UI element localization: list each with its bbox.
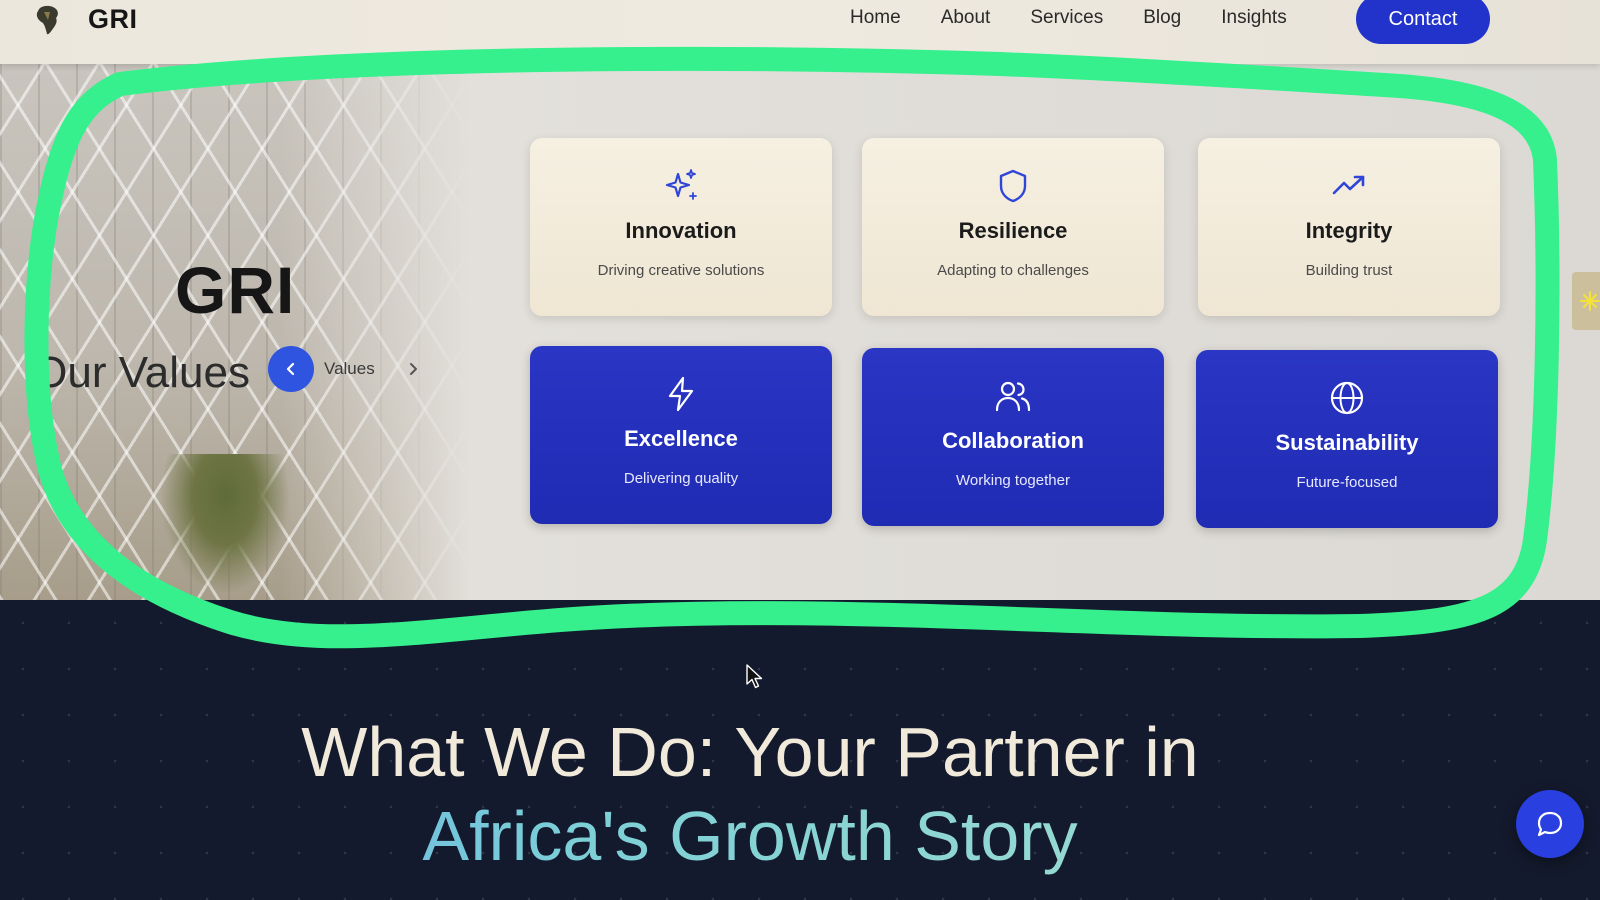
value-card-innovation[interactable]: Innovation Driving creative solutions [530, 138, 832, 316]
card-description: Future-focused [1296, 474, 1398, 491]
nav-blog[interactable]: Blog [1143, 6, 1181, 30]
values-section: GRI Our Values Values Innovation Driving… [0, 64, 1600, 600]
value-card-resilience[interactable]: Resilience Adapting to challenges [862, 138, 1164, 316]
users-icon [995, 381, 1031, 412]
card-description: Adapting to challenges [937, 262, 1089, 279]
values-hero-title: GRI [175, 253, 296, 327]
value-card-sustainability[interactable]: Sustainability Future-focused [1196, 350, 1498, 528]
sun-icon [1580, 291, 1600, 311]
shield-icon [999, 169, 1027, 203]
card-title: Collaboration [942, 428, 1084, 453]
nav-home[interactable]: Home [850, 6, 901, 30]
what-we-do-heading: What We Do: Your Partner in [301, 713, 1199, 791]
side-widget-tab[interactable] [1572, 272, 1600, 330]
card-title: Sustainability [1275, 430, 1419, 455]
nav-insights[interactable]: Insights [1221, 6, 1286, 30]
mouse-cursor-icon [746, 664, 763, 689]
chevron-left-icon [286, 362, 295, 376]
card-description: Delivering quality [623, 470, 739, 487]
value-card-excellence[interactable]: Excellence Delivering quality [530, 346, 832, 524]
africa-map-icon[interactable] [30, 2, 66, 38]
card-title: Innovation [625, 218, 737, 243]
card-description: Working together [956, 472, 1070, 489]
card-title: Integrity [1305, 218, 1393, 243]
slider-label: Values [324, 359, 375, 378]
card-description: Building trust [1305, 262, 1393, 279]
chat-bubble-icon [1537, 811, 1563, 837]
brand-name[interactable]: GRI [88, 4, 138, 35]
lightning-icon [668, 376, 694, 412]
trending-up-icon [1332, 175, 1365, 195]
card-title: Resilience [958, 218, 1068, 243]
values-subtitle: Our Values [40, 348, 250, 397]
card-description: Driving creative solutions [597, 262, 765, 279]
value-card-integrity[interactable]: Integrity Building trust [1198, 138, 1500, 316]
main-nav: Home About Services Blog Insights [850, 6, 1327, 30]
chevron-right-icon [410, 363, 417, 375]
site-header: GRI Home About Services Blog Insights Co… [0, 0, 1600, 64]
sparkles-icon [665, 169, 697, 200]
value-card-collaboration[interactable]: Collaboration Working together [862, 348, 1164, 526]
what-we-do-heading-accent: Africa's Growth Story [0, 796, 1500, 876]
slider-prev-button[interactable] [268, 346, 314, 392]
card-title: Excellence [624, 426, 738, 451]
palm-tree-image [160, 454, 290, 594]
what-we-do-section: What We Do: Your Partner in Africa's Gro… [0, 600, 1600, 900]
nav-services[interactable]: Services [1030, 6, 1103, 30]
contact-button[interactable]: Contact [1356, 0, 1490, 44]
slider-next-button[interactable] [398, 354, 428, 384]
globe-icon [1330, 381, 1364, 415]
nav-about[interactable]: About [941, 6, 991, 30]
chat-button[interactable] [1516, 790, 1584, 858]
